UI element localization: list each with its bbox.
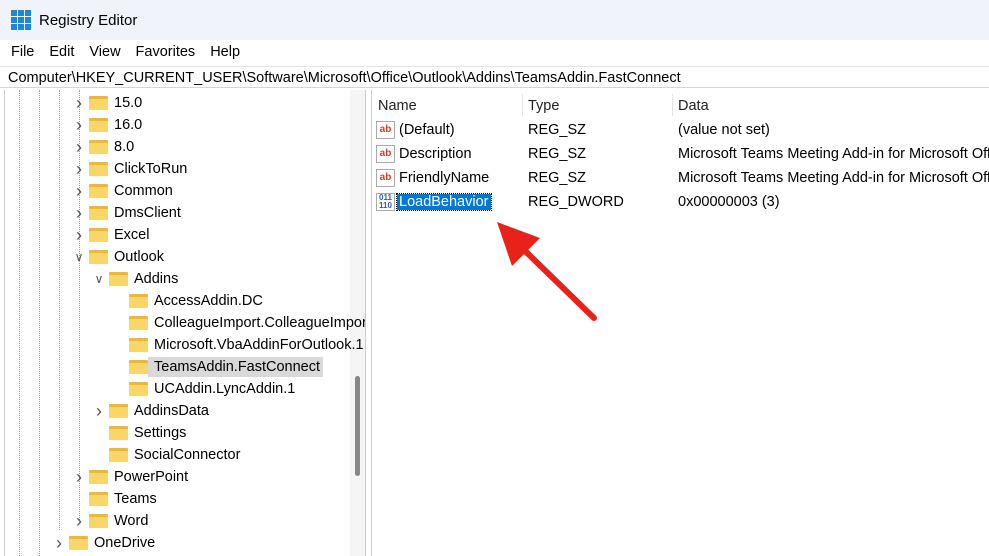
annotation-arrow (497, 222, 597, 321)
